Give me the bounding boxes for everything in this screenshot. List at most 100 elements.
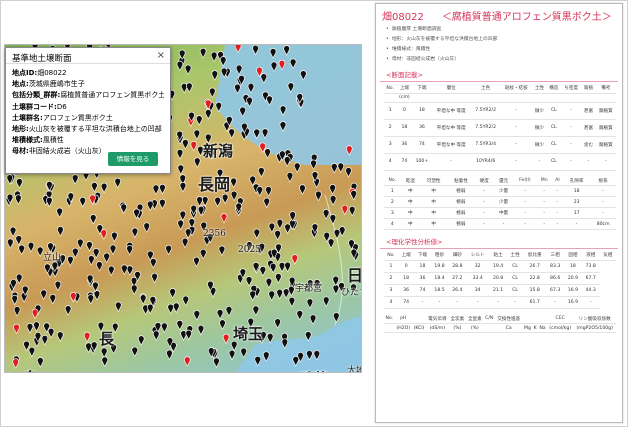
marker-pin[interactable] [26,323,34,334]
marker-pin[interactable] [115,301,122,313]
red-marker-pin[interactable] [69,292,77,303]
marker-pin[interactable] [27,242,35,253]
marker-pin[interactable] [165,244,172,256]
marker-pin[interactable] [179,210,187,222]
red-marker-pin[interactable] [291,254,299,265]
marker-pin[interactable] [282,288,290,299]
marker-pin[interactable] [240,347,247,359]
marker-pin[interactable] [172,302,180,314]
marker-pin[interactable] [216,309,224,320]
marker-pin[interactable] [152,330,160,341]
marker-pin[interactable] [139,294,147,305]
marker-pin[interactable] [176,320,184,331]
marker-pin[interactable] [329,195,337,206]
marker-pin[interactable] [176,149,184,160]
marker-pin[interactable] [23,340,30,352]
marker-pin[interactable] [177,219,184,231]
marker-pin[interactable] [256,186,264,197]
marker-pin[interactable] [283,156,291,167]
marker-pin[interactable] [92,248,100,259]
marker-pin[interactable] [40,289,47,300]
marker-pin[interactable] [214,196,221,208]
marker-pin[interactable] [76,238,84,250]
marker-pin[interactable] [33,321,40,332]
marker-pin[interactable] [278,262,286,273]
marker-pin[interactable] [193,157,201,168]
red-marker-pin[interactable] [31,308,39,320]
marker-pin[interactable] [103,252,110,264]
marker-pin[interactable] [7,238,14,249]
marker-pin[interactable] [100,347,108,359]
marker-pin[interactable] [71,174,79,185]
marker-pin[interactable] [87,255,95,266]
marker-pin[interactable] [11,294,19,306]
marker-pin[interactable] [64,305,72,316]
marker-pin[interactable] [263,197,271,209]
marker-pin[interactable] [57,226,64,237]
marker-pin[interactable] [268,290,276,302]
marker-pin[interactable] [16,178,23,189]
marker-pin[interactable] [126,265,134,276]
marker-pin[interactable] [181,237,189,249]
marker-pin[interactable] [329,184,336,195]
marker-pin[interactable] [159,184,166,195]
marker-pin[interactable] [265,186,272,197]
marker-pin[interactable] [264,148,271,159]
marker-pin[interactable] [54,280,62,292]
marker-pin[interactable] [288,296,296,308]
marker-pin[interactable] [245,276,253,287]
marker-pin[interactable] [228,128,235,139]
marker-pin[interactable] [182,295,190,307]
marker-pin[interactable] [167,303,174,315]
marker-pin[interactable] [114,177,122,189]
marker-pin[interactable] [322,296,330,307]
marker-pin[interactable] [131,346,139,358]
marker-pin[interactable] [219,319,226,330]
marker-pin[interactable] [176,60,184,72]
marker-pin[interactable] [126,245,133,256]
marker-pin[interactable] [67,255,74,267]
marker-pin[interactable] [159,198,166,210]
marker-pin[interactable] [86,241,93,252]
marker-pin[interactable] [299,184,306,195]
view-info-button[interactable]: 情報を見る [108,152,158,166]
red-marker-pin[interactable] [12,358,19,369]
marker-pin[interactable] [193,256,200,268]
red-marker-pin[interactable] [190,141,197,152]
marker-pin[interactable] [182,139,189,150]
red-marker-pin[interactable] [222,333,230,345]
marker-pin[interactable] [211,70,219,81]
marker-pin[interactable] [179,182,187,193]
marker-pin[interactable] [327,238,335,249]
marker-pin[interactable] [268,222,276,234]
marker-pin[interactable] [230,190,238,202]
marker-pin[interactable] [56,331,64,342]
marker-pin[interactable] [108,265,115,277]
marker-pin[interactable] [199,47,207,59]
marker-pin[interactable] [146,200,154,212]
marker-pin[interactable] [333,312,340,323]
marker-pin[interactable] [230,177,237,189]
marker-pin[interactable] [152,184,160,196]
marker-pin[interactable] [252,305,260,317]
marker-pin[interactable] [284,223,291,234]
marker-pin[interactable] [100,182,108,194]
marker-pin[interactable] [193,310,201,321]
marker-pin[interactable] [289,211,296,222]
marker-pin[interactable] [309,314,317,325]
marker-pin[interactable] [121,264,128,275]
marker-pin[interactable] [258,167,265,178]
marker-pin[interactable] [166,349,173,361]
marker-pin[interactable] [72,247,79,259]
marker-pin[interactable] [169,288,176,299]
marker-pin[interactable] [150,258,157,269]
red-marker-pin[interactable] [220,213,228,224]
marker-pin[interactable] [329,214,337,225]
red-marker-pin[interactable] [13,323,20,335]
marker-pin[interactable] [130,284,138,296]
marker-pin[interactable] [348,206,356,217]
marker-pin[interactable] [337,162,345,173]
red-marker-pin[interactable] [183,356,191,367]
marker-pin[interactable] [210,51,218,63]
marker-pin[interactable] [13,306,21,317]
